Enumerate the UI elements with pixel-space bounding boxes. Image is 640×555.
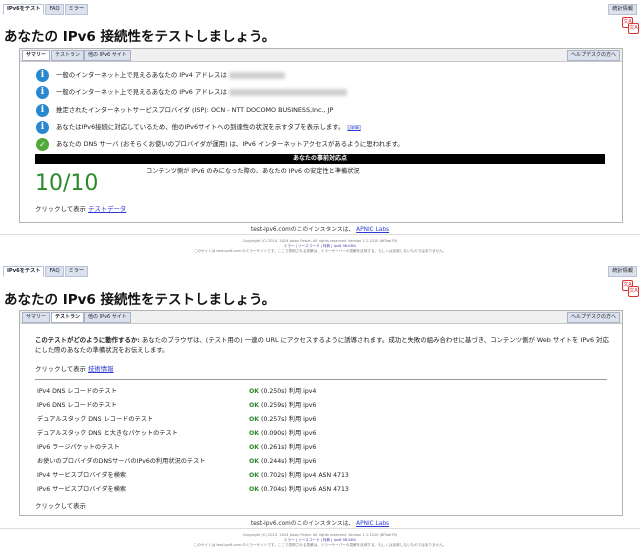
ipv4-address-label: 一般のインターネット上で見えるあなたの IPv4 アドレスは (56, 71, 227, 79)
subtab-summary[interactable]: サマリー (22, 312, 51, 323)
subtab-testrun[interactable]: テストラン (51, 312, 85, 323)
test-name: IPv6 ラージパケットのテスト (37, 444, 120, 451)
info-icon: i (36, 86, 49, 99)
redacted-ipv4-address (228, 71, 285, 79)
test-status: OK (249, 458, 260, 465)
info-icon: i (36, 121, 49, 134)
test-name: デュアルスタック DNS レコードのテスト (37, 416, 154, 423)
stats-button[interactable]: 統計情報 (608, 266, 637, 277)
show-test-data: クリックして表示 テストデータ (35, 204, 126, 213)
test-name: IPv6 DNS レコードのテスト (37, 402, 117, 409)
show-prefix-label: クリックして表示 (35, 205, 86, 213)
details-link[interactable]: [詳細] (347, 126, 360, 131)
stats-button[interactable]: 統計情報 (608, 4, 637, 15)
helpdesk-button[interactable]: ヘルプデスクの方へ (566, 50, 620, 61)
mirror-note: このサイトは test-ipv6.com のミラーサイトです。ここで表明される見… (193, 249, 447, 253)
tech-info-link[interactable]: 技術情報 (88, 365, 114, 373)
test-name: デュアルスタック DNS と大きなパケットのテスト (37, 430, 178, 437)
instance-footer: test-ipv6.comのこのインスタンスは、 APNIC Labs (0, 518, 640, 527)
summary-panel: サマリー テストラン 他の IPv6 サイト ヘルプデスクの方へ i 一般のイン… (19, 48, 623, 223)
show-more[interactable]: クリックして表示 (35, 501, 86, 510)
instance-prefix: test-ipv6.comのこのインスタンスは、 (250, 521, 355, 527)
test-detail: (0.250s) 利用 ipv4 (261, 388, 317, 395)
sub-tabs: サマリー テストラン 他の IPv6 サイト ヘルプデスクの方へ (20, 311, 622, 324)
readiness-score-note: コンテンツ側が IPv6 のみになった際の、あなたの IPv6 の安定性と準備状… (146, 168, 360, 175)
language-icon[interactable]: 文A (628, 286, 639, 297)
test-status: OK (249, 430, 260, 437)
divider (0, 234, 640, 235)
redacted-ipv6-address (228, 88, 347, 96)
test-name: IPv4 DNS レコードのテスト (37, 388, 117, 395)
ipv6-address-label: 一般のインターネット上で見えるあなたの IPv6 アドレスは (56, 88, 227, 96)
readiness-banner: あなたの事前対応点 (35, 154, 605, 164)
helpdesk-button[interactable]: ヘルプデスクの方へ (566, 312, 620, 323)
readiness-score: 10/10 (35, 171, 99, 196)
divider (0, 528, 640, 529)
isp-text: 推定されたインターネットサービスプロバイダ (ISP): OCN - NTT D… (56, 106, 334, 114)
test-detail: (0.259s) 利用 ipv6 (261, 402, 317, 409)
test-detail: (0.090s) 利用 ipv6 (261, 430, 317, 437)
show-tech-info: クリックして表示 技術情報 (35, 364, 114, 373)
instance-footer: test-ipv6.comのこのインスタンスは、 APNIC Labs (0, 224, 640, 233)
subtab-summary[interactable]: サマリー (22, 50, 51, 61)
top-tabs: IPv6をテスト FAQ ミラー (3, 266, 89, 277)
info-icon: i (36, 69, 49, 82)
show-prefix-label: クリックして表示 (35, 365, 86, 373)
test-explanation: このテストがどのように動作するか: あなたのブラウザは、(テスト用の) 一連の … (35, 335, 615, 355)
check-icon: ✓ (36, 138, 49, 151)
test-detail: (0.261s) 利用 ipv6 (261, 444, 317, 451)
top-tabs: IPv6をテスト FAQ ミラー (3, 4, 89, 15)
test-name: お使いのプロバイダのDNSサーバのIPv6の利用状況のテスト (37, 458, 206, 465)
info-icon: i (36, 104, 49, 117)
tab-mirror[interactable]: ミラー (64, 4, 89, 15)
apnic-labs-link[interactable]: APNIC Labs (356, 521, 389, 527)
page-title: あなたの IPv6 接続性をテストしましょう。 (4, 29, 276, 45)
mirror-note: このサイトは test-ipv6.com のミラーサイトです。ここで表明される見… (193, 543, 447, 547)
tab-ipv6-test[interactable]: IPv6をテスト (3, 266, 45, 277)
test-status: OK (249, 388, 260, 395)
testrun-panel: サマリー テストラン 他の IPv6 サイト ヘルプデスクの方へ このテストがど… (19, 310, 623, 516)
tab-ipv6-test[interactable]: IPv6をテスト (3, 4, 45, 15)
test-data-link[interactable]: テストデータ (88, 205, 126, 213)
test-name: IPv6 サービスプロバイダを検索 (37, 486, 127, 493)
apnic-labs-link[interactable]: APNIC Labs (356, 227, 389, 233)
tab-mirror[interactable]: ミラー (64, 266, 89, 277)
subtab-testrun[interactable]: テストラン (51, 50, 85, 61)
test-detail: (0.704s) 利用 ipv6 ASN 4713 (261, 486, 349, 493)
test-name: IPv4 サービスプロバイダを検索 (37, 472, 127, 479)
tab-faq[interactable]: FAQ (45, 4, 64, 15)
tab-faq[interactable]: FAQ (45, 266, 64, 277)
test-explanation-heading: このテストがどのように動作するか: (35, 336, 140, 344)
test-detail: (0.257s) 利用 ipv6 (261, 416, 317, 423)
dns-server-text: あなたの DNS サーバ (おそらくお使いのプロバイダが運用) は、IPv6 イ… (56, 140, 404, 148)
test-status: OK (249, 402, 260, 409)
sub-tabs: サマリー テストラン 他の IPv6 サイト ヘルプデスクの方へ (20, 49, 622, 62)
test-detail: (0.244s) 利用 ipv6 (261, 458, 317, 465)
language-icon[interactable]: 文A (628, 23, 639, 34)
instance-prefix: test-ipv6.comのこのインスタンスは、 (250, 227, 355, 233)
test-status: OK (249, 416, 260, 423)
subtab-other-ipv6-sites[interactable]: 他の IPv6 サイト (84, 312, 131, 323)
page-title: あなたの IPv6 接続性をテストしましょう。 (4, 292, 276, 308)
test-status: OK (249, 472, 260, 479)
test-status: OK (249, 486, 260, 493)
test-detail: (0.702s) 利用 ipv4 ASN 4713 (261, 472, 349, 479)
subtab-other-ipv6-sites[interactable]: 他の IPv6 サイト (84, 50, 131, 61)
separator (35, 379, 607, 380)
test-status: OK (249, 444, 260, 451)
ipv6-tab-notice-text: あなたはIPv6接続に対応しているため、他のIPv6サイトへの到達性の状況を示す… (56, 123, 345, 131)
